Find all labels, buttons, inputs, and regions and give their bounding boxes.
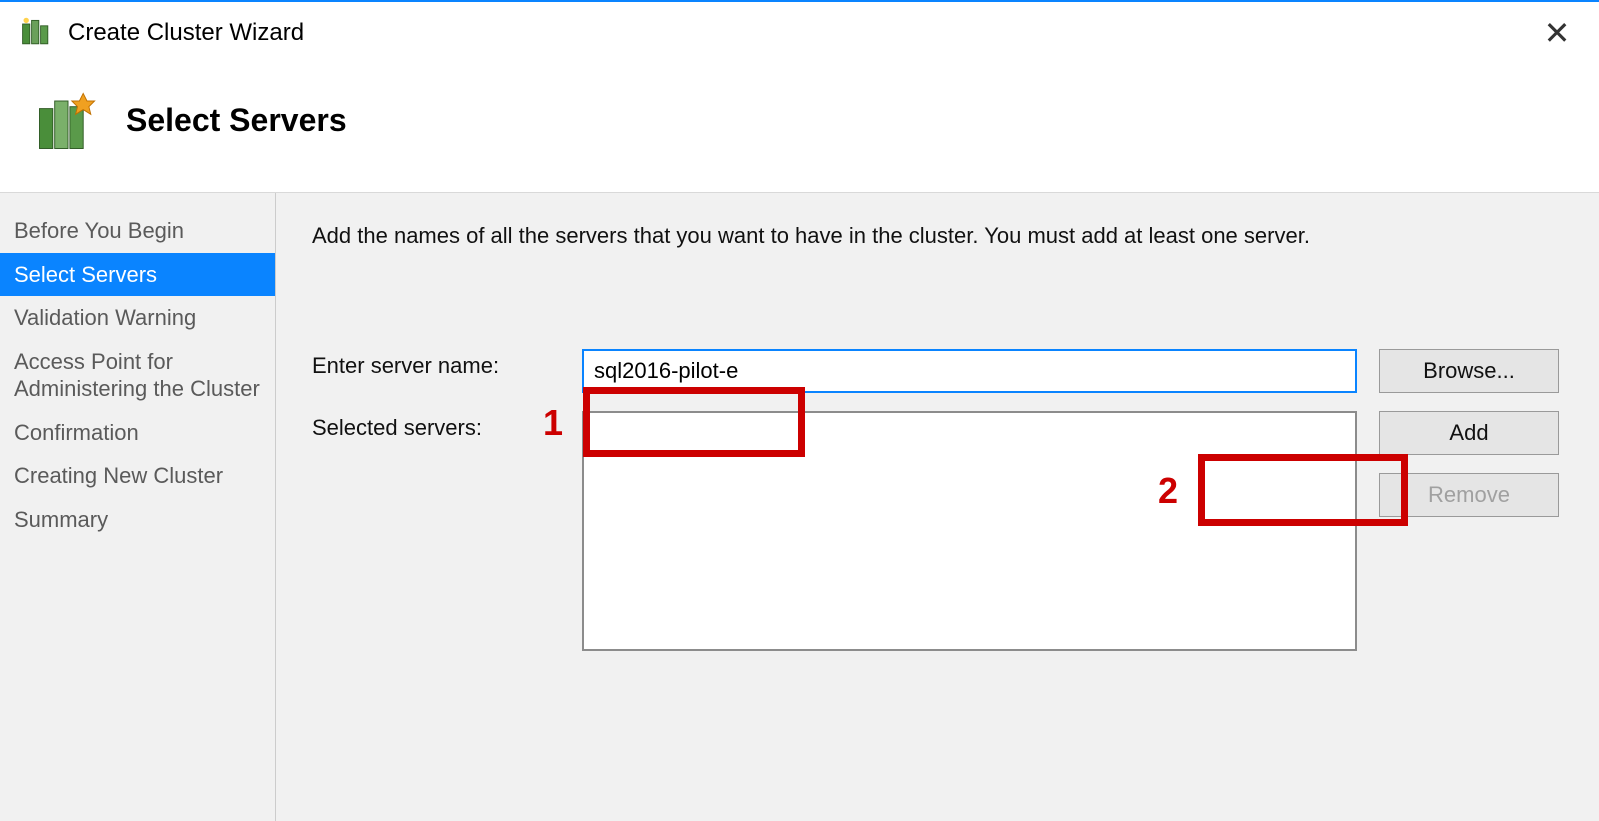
select-servers-icon [30, 82, 106, 158]
sidebar-item-before-you-begin[interactable]: Before You Begin [0, 209, 275, 253]
add-button[interactable]: Add [1379, 411, 1559, 455]
wizard-steps-sidebar: Before You Begin Select Servers Validati… [0, 193, 276, 821]
sidebar-item-select-servers[interactable]: Select Servers [0, 253, 275, 297]
wizard-body: Before You Begin Select Servers Validati… [0, 193, 1599, 821]
cluster-wizard-icon [18, 15, 56, 51]
remove-button: Remove [1379, 473, 1559, 517]
browse-button[interactable]: Browse... [1379, 349, 1559, 393]
sidebar-item-confirmation[interactable]: Confirmation [0, 411, 275, 455]
page-title: Select Servers [126, 102, 347, 139]
wizard-header: Select Servers [0, 62, 1599, 193]
sidebar-item-access-point[interactable]: Access Point for Administering the Clust… [0, 340, 275, 411]
selected-servers-row: Selected servers: Add Remove [312, 411, 1559, 651]
selected-servers-label: Selected servers: [312, 411, 582, 441]
server-name-label: Enter server name: [312, 349, 582, 379]
sidebar-item-summary[interactable]: Summary [0, 498, 275, 542]
server-name-input[interactable] [582, 349, 1357, 393]
window-title: Create Cluster Wizard [68, 19, 304, 47]
wizard-main-panel: Add the names of all the servers that yo… [276, 193, 1599, 821]
titlebar: Create Cluster Wizard ✕ [0, 2, 1599, 62]
selected-servers-listbox[interactable] [582, 411, 1357, 651]
sidebar-item-creating-new-cluster[interactable]: Creating New Cluster [0, 454, 275, 498]
server-name-row: Enter server name: Browse... [312, 349, 1559, 393]
close-button[interactable]: ✕ [1527, 8, 1587, 58]
sidebar-item-validation-warning[interactable]: Validation Warning [0, 296, 275, 340]
instruction-text: Add the names of all the servers that yo… [312, 223, 1559, 249]
